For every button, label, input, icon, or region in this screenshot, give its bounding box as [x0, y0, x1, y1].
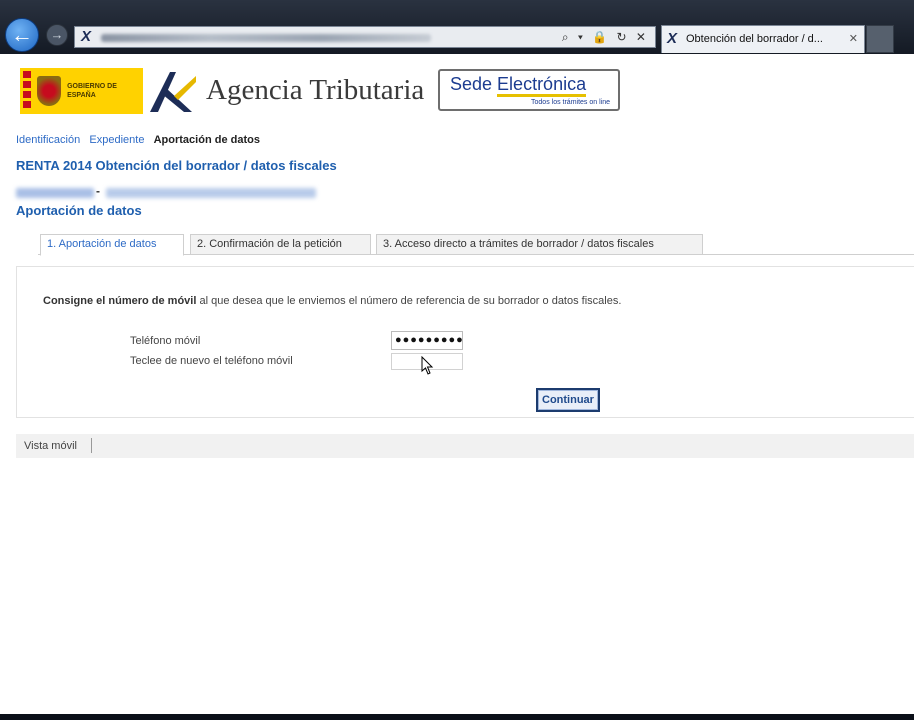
- site-favicon-icon: X: [81, 28, 92, 45]
- page-title: RENTA 2014 Obtención del borrador / dato…: [16, 158, 337, 173]
- browser-tab-title: Obtención del borrador / d...: [686, 33, 823, 45]
- breadcrumb-expediente[interactable]: Expediente: [89, 134, 144, 146]
- tab-favicon-icon: X: [667, 30, 678, 47]
- tab-aportacion-de-datos[interactable]: 1. Aportación de datos: [40, 234, 184, 256]
- tab-close-icon[interactable]: ✕: [849, 32, 858, 45]
- instruction-rest: al que desea que le enviemos el número d…: [196, 295, 622, 307]
- address-bar-icons[interactable]: ⌕ ▾ 🔒 ↻ ✕: [562, 29, 649, 45]
- agency-name: Agencia Tributaria: [206, 74, 425, 106]
- phone-input[interactable]: ●●●●●●●●●: [391, 331, 463, 350]
- footer-bar: Vista móvil: [16, 434, 914, 458]
- tab-confirmacion-peticion[interactable]: 2. Confirmación de la petición: [190, 234, 371, 255]
- section-title: Aportación de datos: [16, 203, 142, 218]
- address-bar[interactable]: X ⌕ ▾ 🔒 ↻ ✕: [74, 26, 656, 48]
- user-separator: -: [96, 184, 100, 198]
- browser-toolbar: ← → X ⌕ ▾ 🔒 ↻ ✕ X Obtención del borrador…: [0, 0, 914, 54]
- breadcrumb-current: Aportación de datos: [153, 134, 260, 146]
- user-name-blurred: [106, 188, 316, 198]
- gobierno-de-espana-logo[interactable]: Gobierno de España: [20, 68, 143, 114]
- page-viewport: Gobierno de España Agencia Tributaria Se…: [0, 54, 914, 714]
- site-header: Gobierno de España Agencia Tributaria Se…: [0, 54, 914, 128]
- sede-title-part2: Electrónica: [497, 74, 587, 97]
- breadcrumb-identificacion[interactable]: Identificación: [16, 134, 80, 146]
- phone-label: Teléfono móvil: [130, 335, 201, 347]
- footer-separator: [91, 438, 92, 453]
- browser-tab-active[interactable]: X Obtención del borrador / d... ✕: [661, 25, 865, 53]
- new-tab-button[interactable]: [866, 25, 894, 53]
- url-text-blurred: [101, 34, 431, 42]
- continue-button[interactable]: Continuar: [536, 388, 600, 412]
- sede-electronica-logo[interactable]: Sede Electrónica Todos los trámites on l…: [438, 69, 620, 111]
- breadcrumb: Identificación Expediente Aportación de …: [16, 134, 260, 146]
- sede-subtitle: Todos los trámites on line: [531, 99, 610, 106]
- mouse-cursor-icon: [421, 356, 434, 375]
- back-icon[interactable]: ←: [5, 18, 39, 52]
- form-panel: Consigne el número de móvil al que desea…: [16, 266, 914, 418]
- user-nif-blurred: [16, 188, 94, 198]
- tab-acceso-directo[interactable]: 3. Acceso directo a trámites de borrador…: [376, 234, 703, 255]
- user-identity-blurred: -: [16, 184, 318, 198]
- mobile-view-link[interactable]: Vista móvil: [24, 440, 77, 452]
- coat-of-arms-icon: [36, 76, 62, 106]
- gov-logo-text: Gobierno de España: [67, 83, 117, 99]
- sede-title-part1: Sede: [450, 74, 498, 94]
- sede-title: Sede Electrónica: [450, 74, 587, 97]
- form-instruction: Consigne el número de móvil al que desea…: [43, 295, 621, 307]
- agencia-tributaria-logo-icon[interactable]: [148, 68, 198, 116]
- repeat-phone-label: Teclee de nuevo el teléfono móvil: [130, 355, 293, 367]
- flag-icon: [23, 71, 31, 111]
- instruction-bold: Consigne el número de móvil: [43, 295, 197, 307]
- forward-icon[interactable]: →: [46, 24, 68, 46]
